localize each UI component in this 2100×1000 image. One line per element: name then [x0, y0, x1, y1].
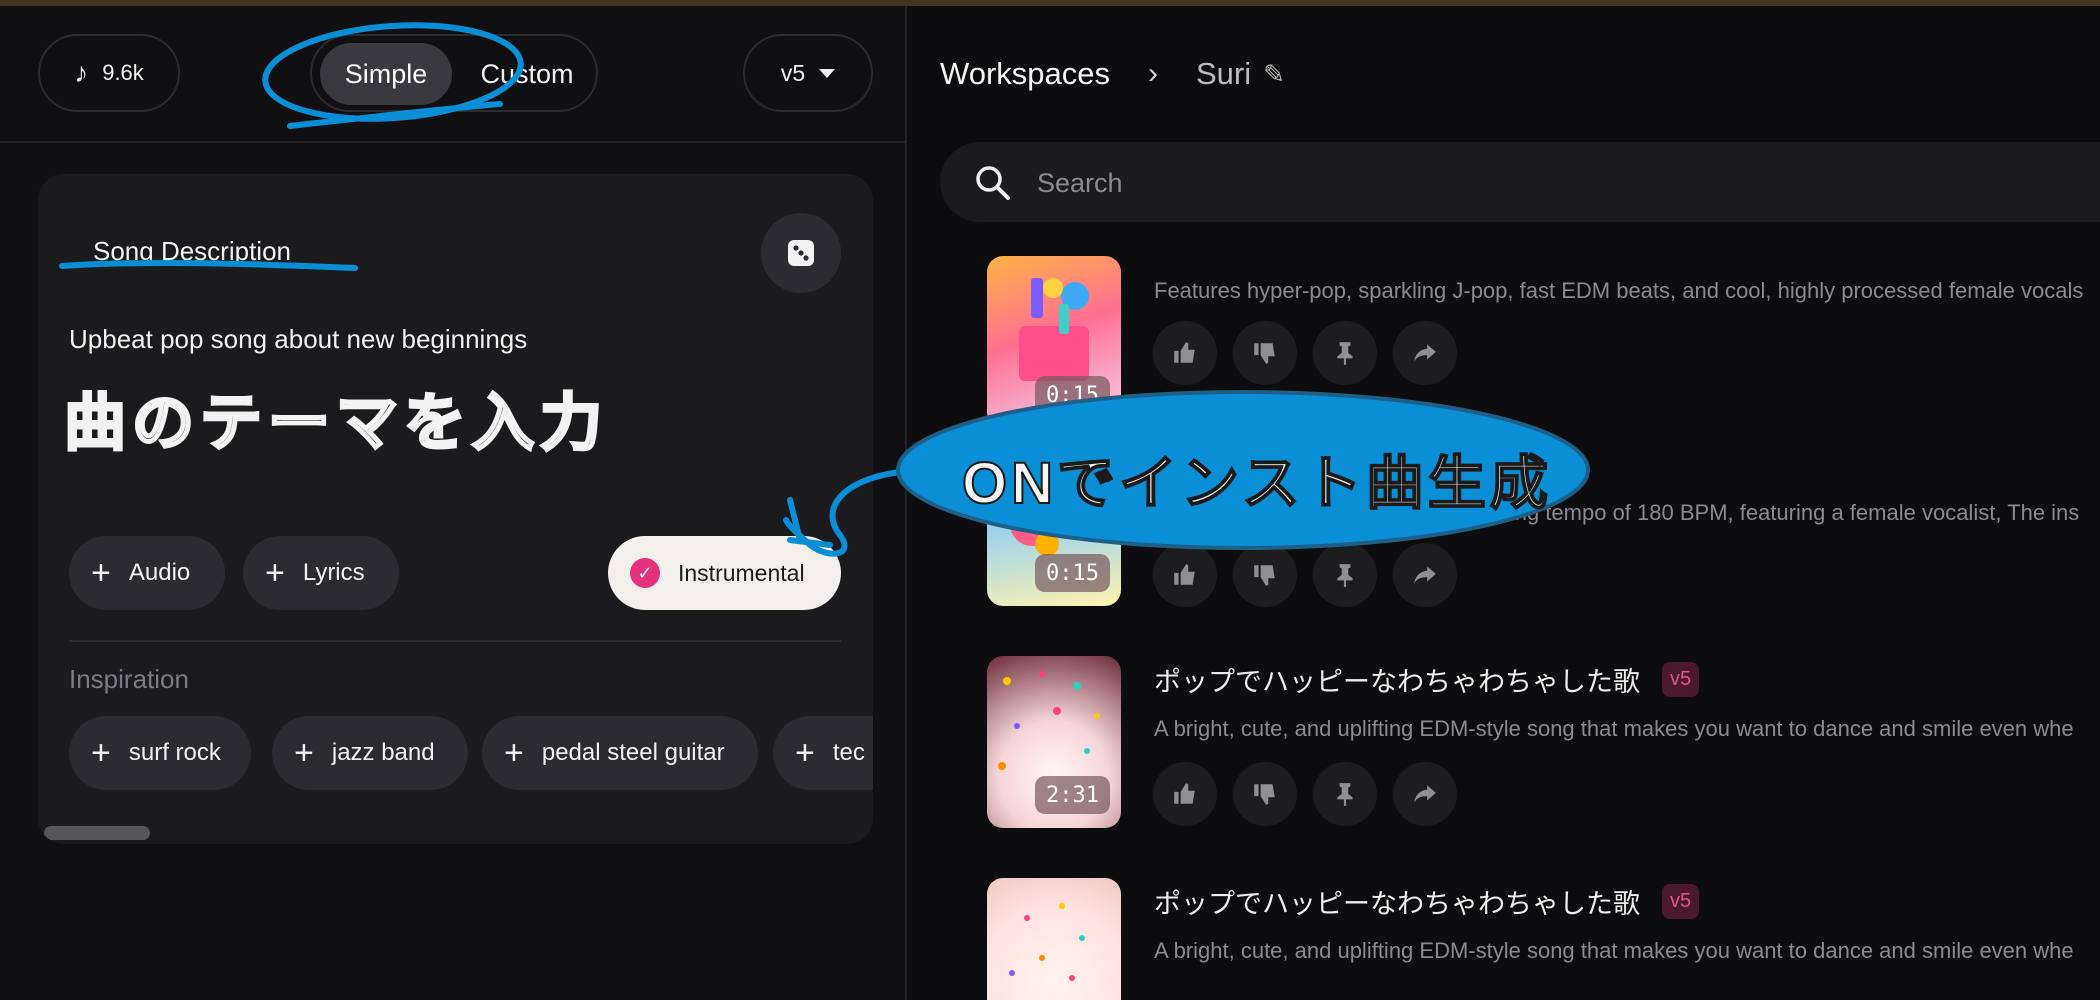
instrumental-toggle[interactable]: ✓ Instrumental — [608, 536, 841, 610]
add-audio-button[interactable]: + Audio — [69, 536, 225, 610]
share-icon — [1414, 566, 1436, 584]
pin-icon — [1337, 342, 1353, 365]
song-description: Features hyper-pop, sparkling J-pop, fas… — [1154, 278, 2084, 303]
pin-button[interactable] — [1313, 543, 1377, 607]
song-title[interactable]: ポップでハッピーなわちゃわちゃした歌 — [1154, 660, 1640, 699]
instrumental-label: Instrumental — [678, 559, 805, 586]
mode-toggle: Simple Custom — [310, 34, 598, 112]
inspiration-heading: Inspiration — [69, 664, 189, 694]
random-prompt-button[interactable] — [761, 213, 841, 293]
plus-icon: + — [294, 734, 314, 772]
inspiration-chip-label: tec — [832, 739, 865, 766]
credits-count: 9.6k — [102, 60, 144, 85]
breadcrumb-workspaces[interactable]: Workspaces — [940, 56, 1110, 92]
song-actions — [1153, 321, 1457, 385]
song-description-card: Song Description Upbeat pop song about n… — [38, 174, 873, 844]
song-description: A bright, cute, and uplifting EDM-style … — [1154, 716, 2074, 741]
thumbs-up-icon — [1174, 564, 1195, 585]
version-badge: v5 — [1662, 884, 1700, 919]
song-row[interactable]: ポップでハッピーなわちゃわちゃした歌 v5 A bright, cute, an… — [987, 874, 2100, 1000]
mode-simple-tab[interactable]: Simple — [320, 43, 452, 105]
share-button[interactable] — [1393, 543, 1457, 607]
share-icon — [1414, 785, 1436, 803]
check-circle-icon: ✓ — [630, 558, 660, 588]
duration-label: 2:31 — [1035, 776, 1110, 814]
duration-label: 0:15 — [1035, 376, 1110, 414]
version-badge: v5 — [1662, 662, 1700, 697]
song-thumbnail[interactable]: 2:31 — [987, 656, 1121, 828]
thumbs-down-icon — [1254, 565, 1275, 586]
music-note-icon: ♪ — [74, 57, 89, 88]
theme-annotation: 曲のテーマを入力 — [62, 388, 609, 460]
plus-icon: + — [91, 554, 111, 592]
dislike-button[interactable] — [1233, 321, 1297, 385]
add-lyrics-label: Lyrics — [302, 559, 365, 586]
song-title-row: ポップでハッピーなわちゃわちゃした歌 v5 — [1154, 660, 1700, 699]
share-button[interactable] — [1393, 321, 1457, 385]
share-button[interactable] — [1393, 762, 1457, 826]
inspiration-chip-label: jazz band — [331, 739, 435, 766]
like-button[interactable] — [1153, 543, 1217, 607]
like-button[interactable] — [1153, 321, 1217, 385]
dislike-button[interactable] — [1233, 543, 1297, 607]
duration-label: 0:15 — [1035, 554, 1110, 592]
confetti-artwork — [1009, 903, 1085, 981]
plus-icon: + — [91, 734, 111, 772]
breadcrumb-current[interactable]: Suri — [1196, 56, 1251, 92]
thumbs-up-icon — [1174, 342, 1195, 363]
thumbs-down-icon — [1254, 343, 1275, 364]
card-divider — [69, 640, 841, 642]
instrumental-callout-text: ONでインスト曲生成 — [961, 450, 1552, 517]
song-actions — [1153, 762, 1457, 826]
song-description-label: Song Description — [93, 236, 291, 266]
song-row[interactable]: 0:15 Features hyper-pop, sparkling J-pop… — [987, 256, 2100, 431]
dislike-button[interactable] — [1233, 762, 1297, 826]
song-actions — [1153, 543, 1457, 607]
chips-scrollbar[interactable] — [44, 826, 150, 840]
song-thumbnail[interactable]: 0:15 — [987, 256, 1121, 428]
inspiration-chip-label: surf rock — [128, 739, 221, 766]
song-row[interactable]: 2:31 ポップでハッピーなわちゃわちゃした歌 v5 A bright, cut… — [987, 652, 2100, 828]
inspiration-chip-surf-rock[interactable]: + surf rock — [69, 716, 251, 790]
search-input[interactable] — [1035, 160, 1939, 206]
song-thumbnail[interactable] — [987, 878, 1121, 1000]
create-toolbar: ♪ 9.6k Simple Custom v5 — [0, 6, 905, 143]
version-select[interactable]: v5 — [743, 34, 873, 112]
song-description-input[interactable]: Upbeat pop song about new beginnings — [69, 324, 527, 355]
pencil-icon[interactable]: ✎ — [1263, 59, 1285, 90]
song-title-row: ポップでハッピーなわちゃわちゃした歌 v5 — [1154, 882, 1700, 921]
plus-icon: + — [504, 734, 524, 772]
add-audio-label: Audio — [128, 559, 191, 586]
pin-icon — [1337, 564, 1353, 587]
like-button[interactable] — [1153, 762, 1217, 826]
pin-icon — [1337, 783, 1353, 806]
add-lyrics-button[interactable]: + Lyrics — [243, 536, 399, 610]
inspiration-chip-pedal-steel-guitar[interactable]: + pedal steel guitar — [482, 716, 758, 790]
search-bar — [940, 142, 2100, 222]
pin-button[interactable] — [1313, 762, 1377, 826]
song-description: A bright, cute, and uplifting EDM-style … — [1154, 938, 2074, 963]
inspiration-chip-tec[interactable]: + tec — [773, 716, 873, 790]
inspiration-chip-jazz-band[interactable]: + jazz band — [272, 716, 468, 790]
inspiration-chip-label: pedal steel guitar — [541, 739, 725, 766]
credits-button[interactable]: ♪ 9.6k — [38, 34, 180, 112]
thumbs-up-icon — [1174, 783, 1195, 804]
share-icon — [1414, 344, 1436, 362]
plus-icon: + — [265, 554, 285, 592]
create-panel: ♪ 9.6k Simple Custom v5 Song Description… — [0, 6, 907, 1000]
search-icon — [976, 166, 1010, 200]
version-label: v5 — [780, 59, 806, 86]
plus-icon: + — [795, 734, 815, 772]
mode-custom-tab[interactable]: Custom — [462, 43, 592, 105]
thumbs-down-icon — [1254, 784, 1275, 805]
song-title[interactable]: ポップでハッピーなわちゃわちゃした歌 — [1154, 882, 1640, 921]
pin-button[interactable] — [1313, 321, 1377, 385]
chevron-right-icon: › — [1148, 57, 1158, 90]
caret-down-icon — [819, 68, 836, 78]
breadcrumb: Workspaces › Suri ✎ — [940, 56, 1285, 92]
dice-icon — [788, 240, 814, 266]
